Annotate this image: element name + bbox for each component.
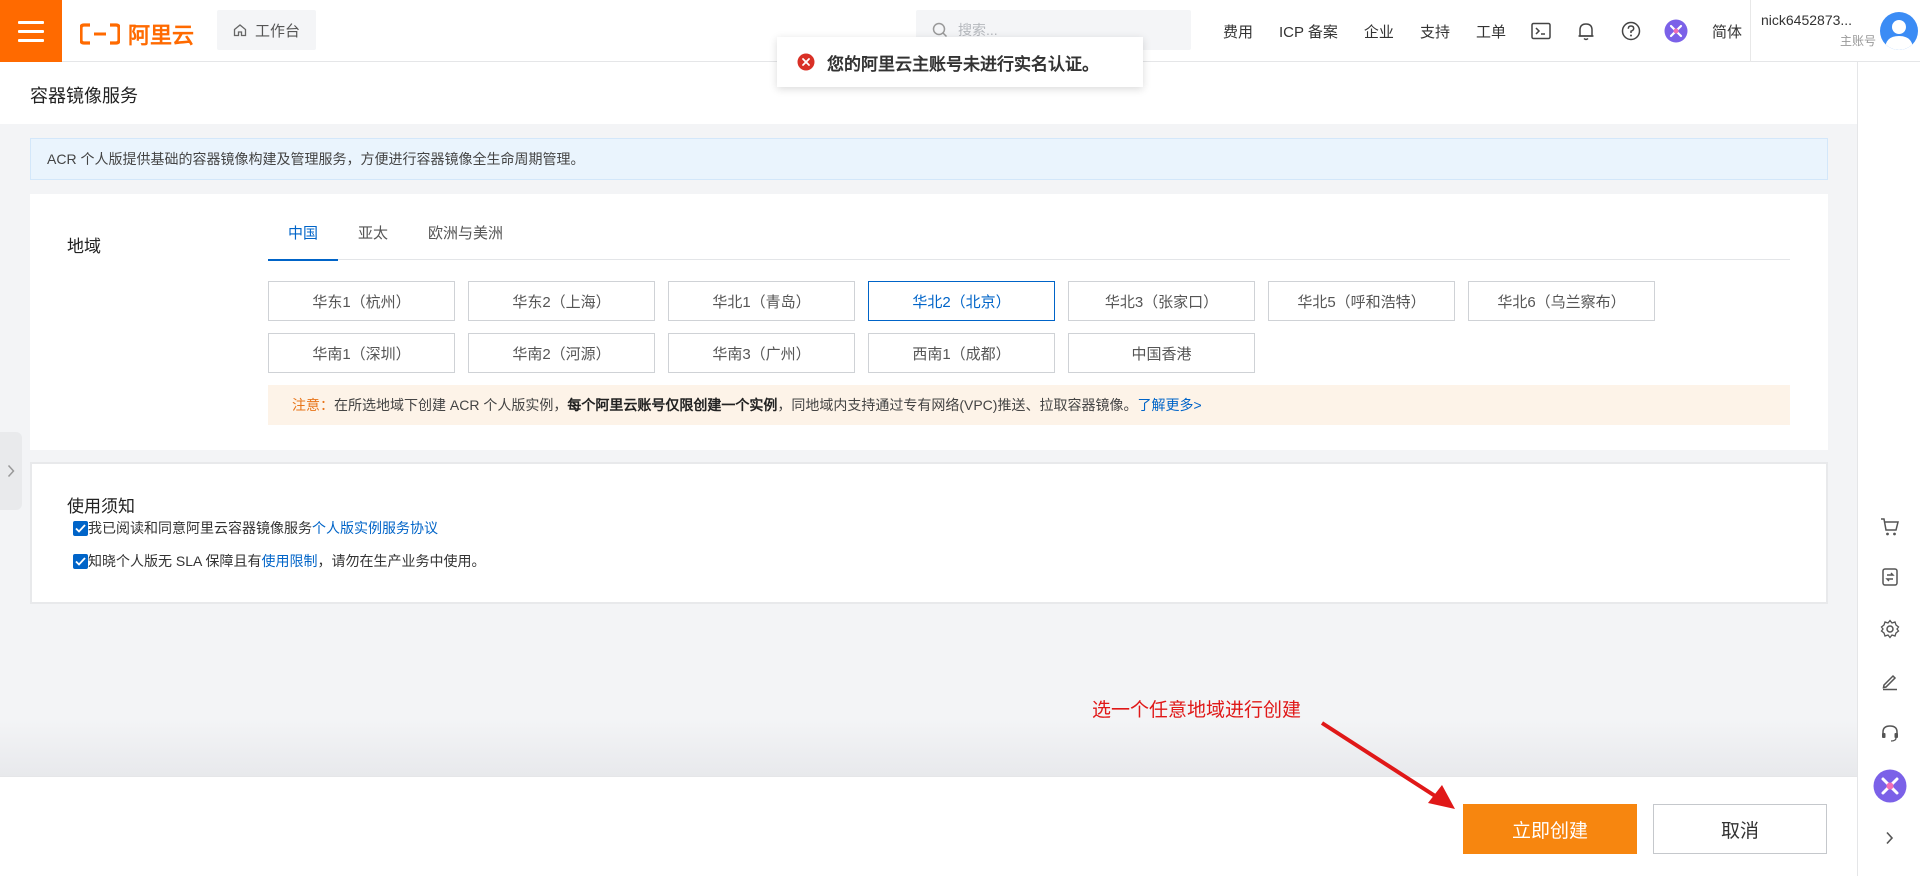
region-option-qingdao[interactable]: 华北1（青岛） (668, 281, 855, 321)
workbench-button[interactable]: 工作台 (217, 10, 317, 50)
edit-icon (1882, 674, 1897, 691)
notice-text-2: ，同地域内支持通过专有网络(VPC)推送、拉取容器镜像。 (777, 397, 1138, 413)
tab-china[interactable]: 中国 (268, 222, 339, 261)
region-tabs: 中国 亚太 欧洲与美洲 (268, 222, 1790, 261)
toast-message: 您的阿里云主账号未进行实名认证。 (827, 54, 1099, 74)
workbench-label: 工作台 (255, 22, 301, 40)
region-notice: 注意： 在所选地域下创建 ACR 个人版实例， 每个阿里云账号仅限创建一个实例 … (268, 385, 1790, 425)
notice-bold-text: 每个阿里云账号仅限创建一个实例 (567, 397, 778, 413)
ai-assistant-icon (1664, 19, 1688, 43)
side-panel-toggle[interactable] (0, 432, 22, 510)
notice-text-1: 在所选地域下创建 ACR 个人版实例， (334, 397, 568, 413)
ai-assistant-icon (1873, 769, 1906, 803)
bell-icon (1578, 23, 1594, 41)
terms-sla-row: 知晓个人版无 SLA 保障且有使用限制，请勿在生产业务中使用。 (73, 551, 485, 571)
bottom-fade (0, 720, 1857, 776)
aliyun-logo-icon (80, 23, 120, 45)
settings-icon (1880, 619, 1899, 639)
service-agreement-link[interactable]: 个人版实例服务协议 (312, 520, 438, 536)
main-content: ACR 个人版提供基础的容器镜像构建及管理服务，方便进行容器镜像全生命周期管理。… (0, 124, 1857, 776)
checkmark-icon (75, 523, 86, 533)
region-selection-card: 地域 中国 亚太 欧洲与美洲 华东1（杭州） 华东2（上海） 华北1（青岛） 华… (30, 194, 1828, 450)
sla-text: 知晓个人版无 SLA 保障且有使用限制，请勿在生产业务中使用。 (88, 551, 485, 571)
rail-switch-button[interactable] (1858, 557, 1920, 597)
cloud-shell-button[interactable] (1519, 0, 1564, 62)
annotation-arrow-icon (1320, 721, 1455, 809)
top-nav-links: 费用 ICP 备案 企业 支持 工单 简体 (1210, 0, 1755, 62)
terms-card: 使用须知 我已阅读和同意阿里云容器镜像服务个人版实例服务协议 知晓个人版无 SL… (30, 462, 1828, 604)
learn-more-link[interactable]: 了解更多> (1137, 395, 1201, 415)
aliyun-logo[interactable]: 阿里云 (80, 18, 194, 50)
region-option-beijing[interactable]: 华北2（北京） (868, 281, 1055, 321)
nav-enterprise[interactable]: 企业 (1351, 21, 1407, 42)
sla-suffix: ，请勿在生产业务中使用。 (317, 553, 486, 569)
cart-icon (1880, 518, 1899, 536)
user-avatar-icon (1885, 20, 1913, 50)
rail-cart-button[interactable] (1858, 507, 1920, 547)
agreement-text: 我已阅读和同意阿里云容器镜像服务个人版实例服务协议 (88, 518, 438, 538)
region-option-hangzhou[interactable]: 华东1（杭州） (268, 281, 455, 321)
region-option-heyuan[interactable]: 华南2（河源） (468, 333, 655, 373)
agreement-checkbox[interactable] (73, 520, 88, 536)
info-text: ACR 个人版提供基础的容器镜像构建及管理服务，方便进行容器镜像全生命周期管理。 (47, 151, 585, 167)
switch-icon (1881, 568, 1898, 586)
help-button[interactable] (1609, 0, 1654, 62)
rail-edit-button[interactable] (1858, 661, 1920, 701)
region-option-huhehaote[interactable]: 华北5（呼和浩特） (1268, 281, 1455, 321)
usage-limits-link[interactable]: 使用限制 (261, 553, 317, 569)
rail-expand-button[interactable] (1858, 818, 1920, 858)
right-tool-rail (1857, 62, 1920, 876)
logo-text: 阿里云 (128, 23, 195, 48)
action-footer: 立即创建 取消 (0, 776, 1857, 876)
sla-label: 知晓个人版无 SLA 保障且有 (88, 553, 262, 569)
region-option-wulanchabu[interactable]: 华北6（乌兰察布） (1468, 281, 1655, 321)
create-now-button[interactable]: 立即创建 (1463, 804, 1637, 854)
region-option-zhangjiakou[interactable]: 华北3（张家口） (1068, 281, 1255, 321)
tab-europe-americas[interactable]: 欧洲与美洲 (408, 222, 523, 260)
terminal-icon (1531, 22, 1552, 40)
help-icon (1622, 21, 1641, 41)
terms-title: 使用须知 (67, 497, 135, 516)
user-account-menu[interactable]: nick6452873... 主账号 (1750, 0, 1920, 62)
headset-icon (1881, 725, 1898, 742)
info-banner: ACR 个人版提供基础的容器镜像构建及管理服务，方便进行容器镜像全生命周期管理。 (30, 138, 1828, 180)
rail-ai-assistant-button[interactable] (1858, 766, 1920, 806)
avatar[interactable] (1880, 12, 1918, 50)
sla-checkbox[interactable] (73, 553, 88, 569)
cancel-button[interactable]: 取消 (1653, 804, 1827, 854)
tab-asia-pacific[interactable]: 亚太 (338, 222, 408, 260)
region-option-chengdu[interactable]: 西南1（成都） (868, 333, 1055, 373)
checkmark-icon (75, 556, 86, 566)
rail-settings-button[interactable] (1858, 609, 1920, 649)
search-icon (932, 22, 948, 38)
chevron-right-icon (7, 464, 15, 478)
agreement-label: 我已阅读和同意阿里云容器镜像服务 (88, 520, 312, 536)
terms-agreement-row: 我已阅读和同意阿里云容器镜像服务个人版实例服务协议 (73, 518, 438, 538)
region-option-hongkong[interactable]: 中国香港 (1068, 333, 1255, 373)
nav-fees[interactable]: 费用 (1210, 21, 1266, 42)
error-icon (797, 53, 815, 71)
region-option-guangzhou[interactable]: 华南3（广州） (668, 333, 855, 373)
region-label: 地域 (67, 237, 101, 256)
region-option-shanghai[interactable]: 华东2（上海） (468, 281, 655, 321)
region-option-shenzhen[interactable]: 华南1（深圳） (268, 333, 455, 373)
ai-assistant-button[interactable] (1654, 0, 1699, 62)
notifications-button[interactable] (1564, 0, 1609, 62)
region-options: 华东1（杭州） 华东2（上海） 华北1（青岛） 华北2（北京） 华北3（张家口）… (268, 281, 1868, 385)
nav-ticket[interactable]: 工单 (1463, 21, 1519, 42)
error-toast: 您的阿里云主账号未进行实名认证。 (777, 37, 1143, 87)
nav-support[interactable]: 支持 (1407, 21, 1463, 42)
hamburger-menu-button[interactable] (0, 0, 62, 62)
annotation-text: 选一个任意地域进行创建 (1092, 700, 1302, 721)
nav-icp[interactable]: ICP 备案 (1266, 21, 1351, 42)
language-switch[interactable]: 简体 (1699, 21, 1755, 42)
home-icon (233, 24, 247, 37)
rail-support-button[interactable] (1858, 713, 1920, 753)
notice-head: 注意： (292, 397, 334, 413)
chevron-right-icon (1886, 831, 1894, 845)
page-title: 容器镜像服务 (30, 86, 138, 106)
